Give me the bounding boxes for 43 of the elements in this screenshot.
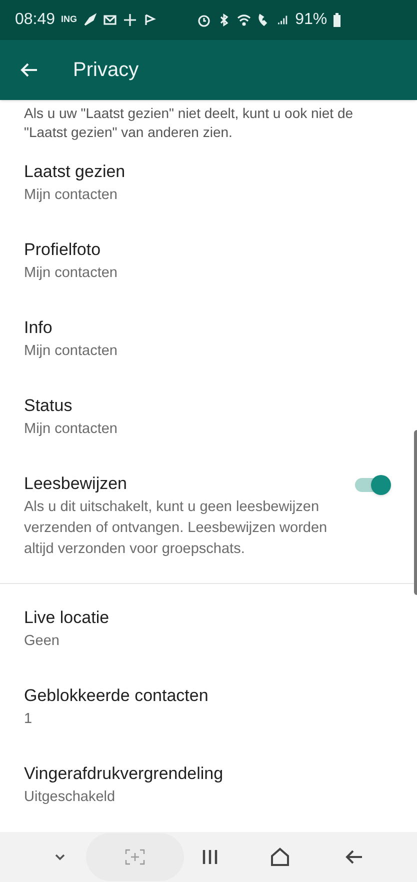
intro-text: Als u uw "Laatst gezien" niet deelt, kunt u ook niet de "Laatst gezien" van anderen zien. [23,104,354,142]
setting-value: Mijn contacten [24,186,118,205]
setting-row[interactable]: Geblokkeerde contacten 1 [0,676,417,754]
setting-row[interactable]: Profielfoto Mijn contacten [0,230,417,308]
setting-value: Geen [24,632,60,651]
toggle-switch[interactable] [355,478,389,492]
setting-value: 1 [24,710,34,729]
setting-row[interactable]: Status Mijn contacten [0,386,417,464]
back-arrow-icon [345,849,363,865]
setting-row[interactable]: Vingerafdrukvergrendeling Uitgeschakeld [0,754,417,832]
mail-icon [103,13,118,27]
flag-icon [143,13,158,27]
home-icon [270,847,290,867]
setting-row[interactable]: Live locatie Geen [0,598,417,676]
battery-icon [333,13,342,27]
setting-title: Laatst gezien [24,161,126,183]
page-title: Privacy [73,58,139,83]
alarm-icon [197,13,212,27]
setting-title: Live locatie [24,607,110,629]
setting-title: Leesbewijzen [24,473,128,495]
capture-frame-icon [125,849,145,865]
setting-value: Mijn contacten [24,342,118,361]
setting-value: Mijn contacten [24,264,118,283]
wifi-icon [237,13,252,27]
setting-title: Status [24,395,74,417]
setting-value: Als u dit uitschakelt, kunt u geen leesbewijzen verzenden of ontvangen. Leesbewijzen worden altijd verzonden voor groepschats. [24,498,328,559]
setting-title: Info [24,317,54,339]
battery-percentage: 91% [295,10,328,30]
chevron-down-icon [54,853,66,861]
recents-icon [202,849,218,865]
setting-title: Geblokkeerde contacten [24,685,210,707]
back-arrow-icon [20,62,38,78]
setting-row[interactable]: Info Mijn contacten [0,308,417,386]
home-button[interactable] [268,847,292,867]
signal-icon [277,13,290,27]
setting-row[interactable]: Laatst gezien Mijn contacten [0,152,417,230]
carrier-label: ING [61,13,78,26]
setting-title: Profielfoto [24,239,102,261]
setting-title: Vingerafdrukvergrendeling [24,763,224,785]
status-time: 08:49 [15,10,56,30]
toggle-setting-row[interactable]: Leesbewijzen Als u dit uitschakelt, kunt u geen leesbewijzen verzenden of ontvangen. Leesbewijzen worden altijd verzonden voor groepschats. [0,464,417,583]
setting-value: Uitgeschakeld [24,788,116,807]
setting-value: Mijn contacten [24,420,118,439]
